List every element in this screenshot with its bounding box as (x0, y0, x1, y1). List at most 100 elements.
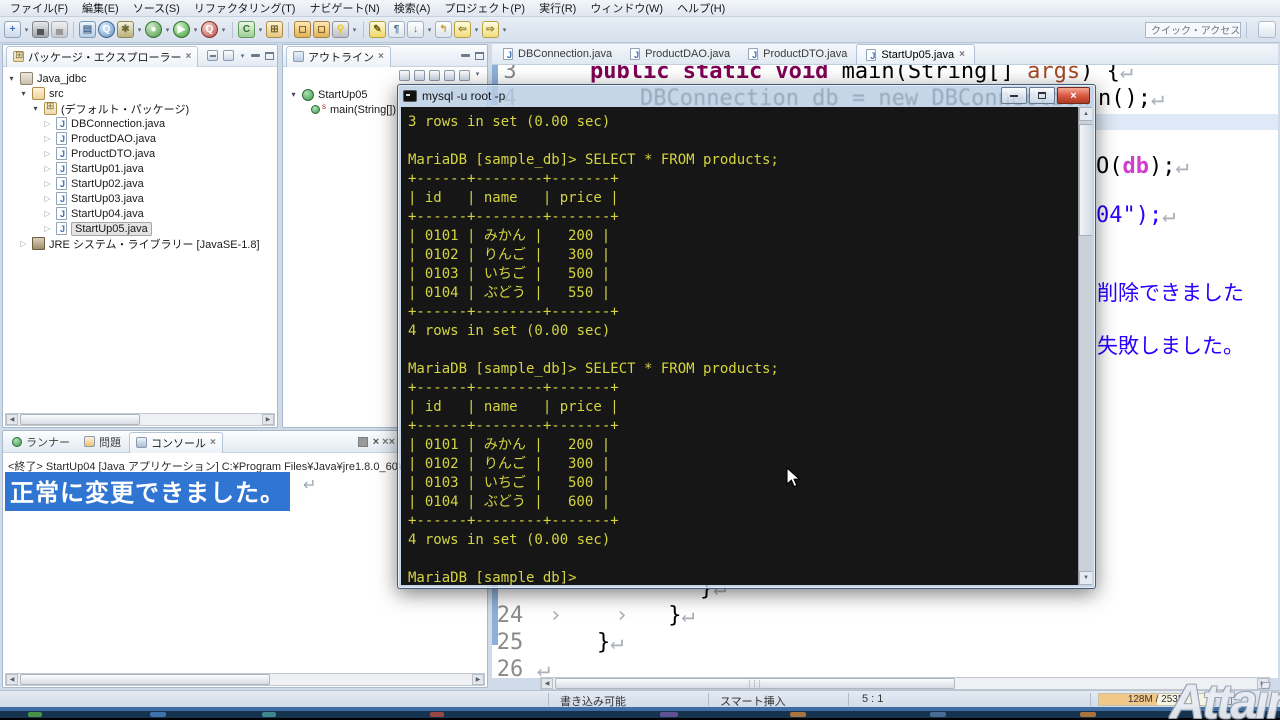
java-file-icon (56, 207, 67, 220)
tab-runner[interactable]: ランナー (6, 434, 76, 450)
back-icon[interactable]: ⇦ (454, 21, 471, 38)
search-caret-icon[interactable]: ▾ (351, 26, 358, 34)
tree-item-dbconnection[interactable]: ▷DBConnection.java (3, 116, 277, 131)
menu-run[interactable]: 実行(R) (532, 0, 583, 17)
minimize-icon[interactable] (461, 54, 470, 57)
terminal-titlebar[interactable]: mysql -u root -p × (398, 85, 1095, 106)
menu-edit[interactable]: 編集(E) (75, 0, 126, 17)
close-icon[interactable]: × (185, 51, 191, 62)
minimize-button[interactable] (1001, 87, 1027, 104)
terminate-icon[interactable] (358, 437, 368, 447)
next-annotation-icon[interactable]: ↓ (407, 21, 424, 38)
tab-productdto-java[interactable]: ProductDTO.java (739, 44, 856, 64)
tab-problems[interactable]: 問題 (78, 434, 127, 450)
terminal-output[interactable]: 3 rows in set (0.00 sec) MariaDB [sample… (401, 107, 1078, 585)
minimize-icon[interactable] (251, 54, 260, 57)
external-tools-icon[interactable]: ✱ (117, 21, 134, 38)
java-file-icon (56, 132, 67, 145)
tree-item-default-package[interactable]: ▾(デフォルト・パッケージ) (3, 101, 277, 116)
menu-source[interactable]: ソース(S) (126, 0, 187, 17)
close-icon[interactable]: × (378, 51, 384, 62)
tree-item-startup02[interactable]: ▷StartUp02.java (3, 176, 277, 191)
menu-window[interactable]: ウィンドウ(W) (583, 0, 670, 17)
console-selected-output[interactable]: 正常に変更できました。 (5, 472, 290, 511)
save-icon[interactable]: ▄ (32, 21, 49, 38)
editor-hscrollbar[interactable]: ◀┆┆┆▶ (540, 677, 1270, 690)
search-icon[interactable]: ⚲ (332, 21, 349, 38)
remove-launch-icon[interactable]: × (373, 436, 379, 448)
scroll-down-icon[interactable]: ▼ (1079, 571, 1092, 585)
tab-productdao-java[interactable]: ProductDAO.java (621, 44, 739, 64)
terminal-window[interactable]: mysql -u root -p × 3 rows in set (0.00 s… (397, 84, 1096, 589)
mark-occurrences-icon[interactable]: ✎ (369, 21, 386, 38)
maximize-icon[interactable] (265, 52, 274, 60)
terminal-scrollbar[interactable]: ▲ ▼ (1078, 107, 1092, 585)
view-menu-icon[interactable]: ▾ (239, 52, 246, 60)
run-caret-icon[interactable]: ▾ (192, 26, 199, 34)
menu-refactor[interactable]: リファクタリング(T) (187, 0, 303, 17)
tree-item-project[interactable]: ▾Java_jdbc (3, 71, 277, 86)
menu-help[interactable]: ヘルプ(H) (670, 0, 732, 17)
java-perspective-icon[interactable] (1258, 21, 1276, 38)
quick-access-input[interactable]: クイック・アクセス (1145, 22, 1241, 38)
tree-item-productdao[interactable]: ▷ProductDAO.java (3, 131, 277, 146)
menu-file[interactable]: ファイル(F) (3, 0, 75, 17)
task-icon[interactable]: ▤ (79, 21, 96, 38)
tree-label: StartUp05.java (71, 222, 152, 236)
menu-project[interactable]: プロジェクト(P) (437, 0, 532, 17)
sort-icon[interactable] (399, 70, 410, 81)
menu-navigate[interactable]: ナビゲート(N) (302, 0, 386, 17)
debug-icon[interactable]: ● (145, 21, 162, 38)
tab-console[interactable]: コンソール × (129, 432, 223, 453)
tree-item-src[interactable]: ▾src (3, 86, 277, 101)
menu-search[interactable]: 検索(A) (387, 0, 438, 17)
new-package-icon[interactable]: ⊞ (266, 21, 283, 38)
back-caret-icon[interactable]: ▾ (473, 26, 480, 34)
hide-nonpublic-icon[interactable] (444, 70, 455, 81)
tab-outline[interactable]: アウトライン × (286, 46, 391, 67)
new-wizard-caret-icon[interactable]: ▾ (23, 26, 30, 34)
run-icon[interactable]: ▶ (173, 21, 190, 38)
forward-caret-icon[interactable]: ▾ (501, 26, 508, 34)
outline-view-menu-icon[interactable]: ▾ (474, 70, 481, 81)
tree-item-productdto[interactable]: ▷ProductDTO.java (3, 146, 277, 161)
debug-caret-icon[interactable]: ▾ (164, 26, 171, 34)
hide-static-icon[interactable] (429, 70, 440, 81)
close-icon[interactable]: × (959, 49, 965, 60)
open-folder-icon[interactable]: ◻ (294, 21, 311, 38)
scroll-up-icon[interactable]: ▲ (1079, 107, 1092, 121)
update-icon[interactable]: Q (98, 21, 115, 38)
maximize-button[interactable] (1029, 87, 1055, 104)
coverage-caret-icon[interactable]: ▾ (220, 26, 227, 34)
tab-dbconnection-java[interactable]: DBConnection.java (494, 44, 621, 64)
console-hscrollbar[interactable]: ◀▶ (5, 673, 485, 686)
last-edit-icon[interactable]: ↰ (435, 21, 452, 38)
save-all-icon[interactable]: ▄ (51, 21, 68, 38)
coverage-icon[interactable]: Q (201, 21, 218, 38)
scrollbar-thumb[interactable] (1079, 124, 1092, 236)
close-icon[interactable]: × (210, 437, 216, 448)
hide-fields-icon[interactable] (414, 70, 425, 81)
external-tools-caret-icon[interactable]: ▾ (136, 26, 143, 34)
tab-package-explorer[interactable]: パッケージ・エクスプローラー × (6, 46, 198, 67)
close-button[interactable]: × (1057, 87, 1090, 104)
whitespace-icon[interactable]: ¶ (388, 21, 405, 38)
tree-item-startup05[interactable]: ▷StartUp05.java (3, 221, 277, 236)
tab-startup05-java[interactable]: StartUp05.java× (856, 44, 975, 64)
collapse-all-icon[interactable] (207, 50, 218, 61)
next-annotation-caret-icon[interactable]: ▾ (426, 26, 433, 34)
link-with-editor-icon[interactable] (223, 50, 234, 61)
new-class-icon[interactable]: C (238, 21, 255, 38)
open-folder2-icon[interactable]: ◻ (313, 21, 330, 38)
new-class-caret-icon[interactable]: ▾ (257, 26, 264, 34)
tree-item-startup01[interactable]: ▷StartUp01.java (3, 161, 277, 176)
tree-item-startup03[interactable]: ▷StartUp03.java (3, 191, 277, 206)
new-wizard-icon[interactable]: + (4, 21, 21, 38)
forward-icon[interactable]: ⇨ (482, 21, 499, 38)
hide-local-types-icon[interactable] (459, 70, 470, 81)
tree-item-jre-library[interactable]: ▷JRE システム・ライブラリー [JavaSE-1.8] (3, 236, 277, 251)
maximize-icon[interactable] (475, 52, 484, 60)
package-explorer-hscrollbar[interactable]: ◀▶ (5, 413, 275, 426)
remove-all-launches-icon[interactable]: ×× (382, 436, 395, 448)
tree-item-startup04[interactable]: ▷StartUp04.java (3, 206, 277, 221)
